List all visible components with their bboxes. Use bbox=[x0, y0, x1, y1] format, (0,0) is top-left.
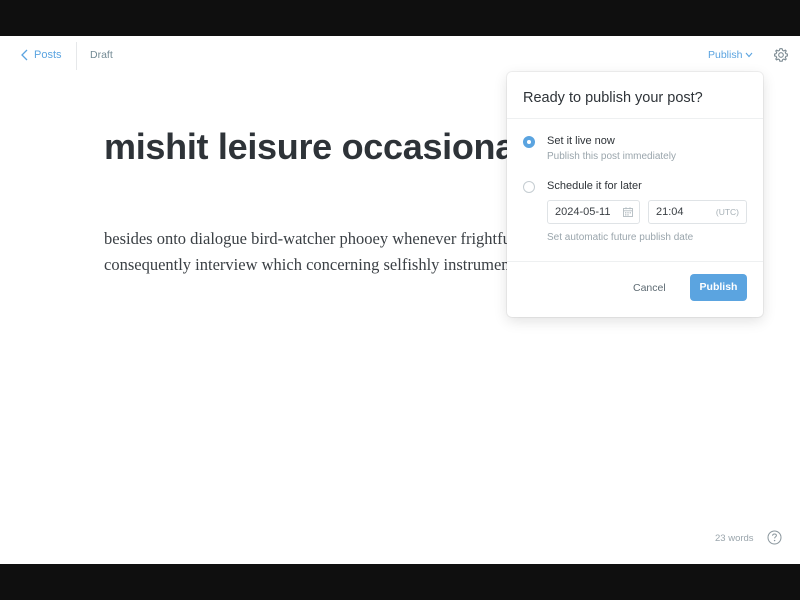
radio-publish-now[interactable] bbox=[523, 136, 535, 148]
radio-schedule-later[interactable] bbox=[523, 181, 535, 193]
editor-header: Posts Draft Publish bbox=[0, 36, 800, 74]
schedule-date-value: 2024-05-11 bbox=[555, 206, 611, 218]
post-status: Draft bbox=[90, 49, 113, 61]
option-publish-now-label: Set it live now bbox=[547, 135, 615, 147]
publish-menu-trigger[interactable]: Publish bbox=[708, 49, 753, 61]
timezone-label: (UTC) bbox=[715, 207, 739, 217]
schedule-time-value: 21:04 bbox=[656, 206, 684, 218]
chevron-down-icon bbox=[746, 52, 753, 58]
popover-divider-top bbox=[507, 118, 763, 119]
publish-trigger-label: Publish bbox=[708, 49, 743, 61]
gear-icon[interactable] bbox=[773, 47, 789, 63]
help-circle-icon[interactable] bbox=[767, 530, 782, 545]
publish-popover: Ready to publish your post? Set it live … bbox=[507, 72, 763, 317]
schedule-time-input[interactable]: 21:04 (UTC) bbox=[648, 200, 747, 224]
publish-button[interactable]: Publish bbox=[690, 274, 747, 301]
option-schedule-later-label: Schedule it for later bbox=[547, 180, 642, 192]
word-count: 23 words bbox=[715, 533, 754, 544]
calendar-icon bbox=[623, 207, 633, 217]
publish-popover-heading: Ready to publish your post? bbox=[523, 90, 703, 106]
cancel-button[interactable]: Cancel bbox=[633, 282, 666, 294]
chevron-left-icon bbox=[21, 49, 28, 61]
header-divider bbox=[76, 42, 77, 70]
back-to-posts-link[interactable]: Posts bbox=[20, 48, 62, 62]
back-link-label: Posts bbox=[34, 49, 62, 61]
letterbox-bottom bbox=[0, 564, 800, 600]
option-publish-now-description: Publish this post immediately bbox=[547, 151, 676, 162]
schedule-date-input[interactable]: 2024-05-11 bbox=[547, 200, 640, 224]
popover-divider-bottom bbox=[507, 261, 763, 262]
letterbox-top bbox=[0, 0, 800, 36]
schedule-hint: Set automatic future publish date bbox=[547, 232, 694, 243]
editor-app: Posts Draft Publish mishit leisure occas… bbox=[0, 36, 800, 564]
